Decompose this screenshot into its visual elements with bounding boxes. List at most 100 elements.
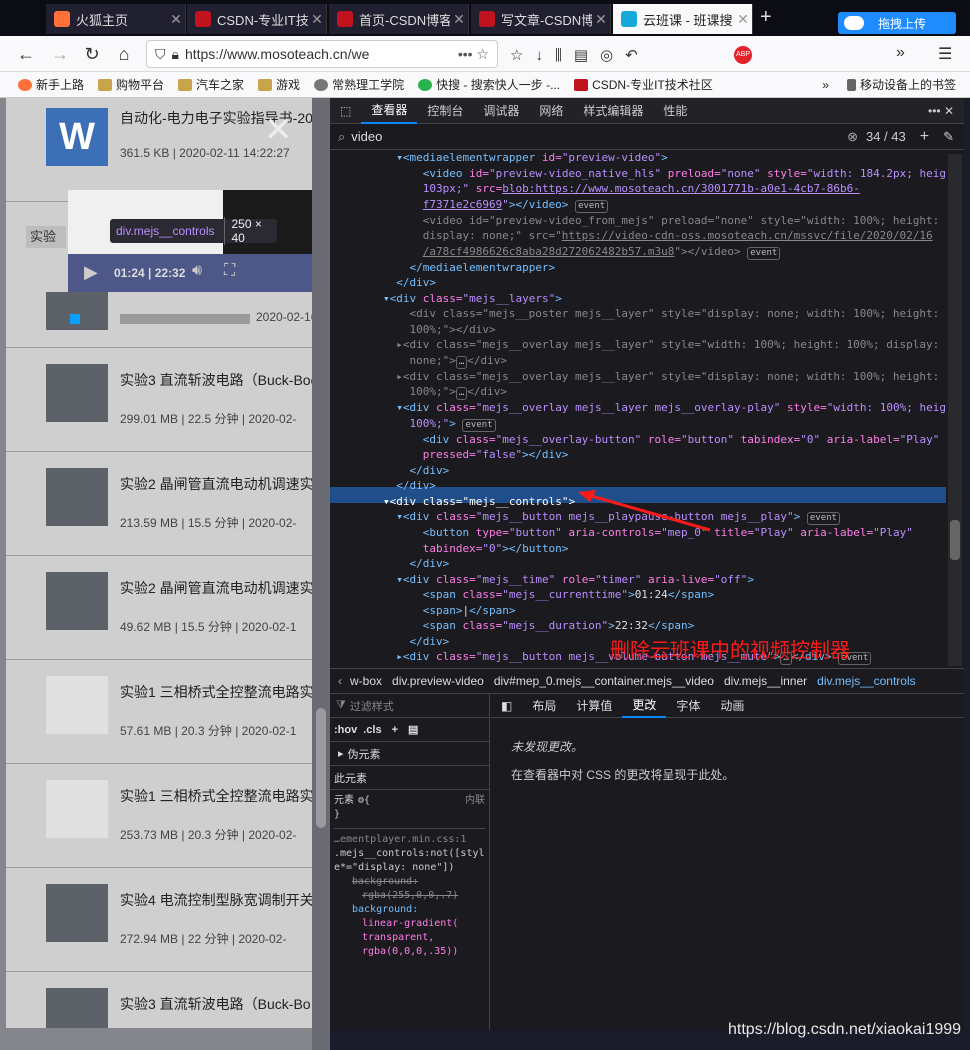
search-input[interactable]: video (351, 129, 847, 144)
list-item[interactable]: 实验3 直流斩波电路（Buck-Boo 299.01 MB | 22.5 分钟 … (6, 348, 312, 452)
list-item[interactable]: W 自动化-电力电子实验指导书-20 361.5 KB | 2020-02-11… (6, 98, 312, 202)
hov-toggle[interactable]: :hov (334, 724, 357, 736)
upload-widget[interactable]: 拖拽上传 (838, 12, 956, 34)
tab-csdn-home[interactable]: 首页-CSDN博客 ✕ (329, 4, 469, 34)
markup-tree[interactable]: ▾<mediaelementwrapper id="preview-video"… (330, 150, 946, 668)
close-icon[interactable]: ✕ (264, 110, 293, 150)
folder-icon (258, 78, 273, 91)
markup-scrollbar[interactable] (948, 154, 962, 666)
annotation-text: 删除云班课中的视频控制器 (610, 640, 850, 662)
tab-network[interactable]: 网络 (529, 98, 573, 124)
tab-layout[interactable]: 布局 (522, 694, 566, 718)
tab-style-editor[interactable]: 样式编辑器 (573, 98, 653, 124)
word-document-icon: W (46, 108, 108, 166)
gear-icon[interactable]: ⚙ (358, 794, 364, 808)
close-icon[interactable]: ✕ (734, 11, 752, 28)
search-icon: ⌕ (338, 128, 346, 144)
folder-icon (98, 78, 113, 91)
menu-icon[interactable]: ☰ (938, 44, 952, 64)
navigation-bar: ← → ↻ ⌂ ⛉ 🔒︎ https://www.mosoteach.cn/we ••… (0, 36, 970, 72)
new-tab-button[interactable]: + (760, 6, 772, 29)
breadcrumb-item[interactable]: div.mejs__controls (817, 674, 925, 688)
tab-mosoteach[interactable]: 云班课 - 班课搜 ✕ (613, 4, 753, 34)
toolbar-icons[interactable]: ☆↓⫼▤◎↶ (510, 46, 650, 64)
add-rule-icon[interactable]: + (392, 724, 398, 736)
url-bar[interactable]: ⛉ 🔒︎ https://www.mosoteach.cn/we ••• ☆ (146, 40, 498, 68)
document-thumbnail (46, 780, 108, 838)
annotation-arrow (578, 490, 711, 532)
csdn-icon (574, 78, 589, 91)
csdn-icon (195, 11, 211, 27)
close-icon[interactable]: ✕ (308, 11, 326, 28)
tab-debugger[interactable]: 调试器 (473, 98, 529, 124)
playing-indicator (70, 314, 80, 324)
firefox-icon (18, 78, 32, 91)
expand-icon[interactable]: ▸ (338, 747, 344, 760)
tab-inspector[interactable]: 查看器 (361, 98, 418, 124)
document-thumbnail (46, 676, 108, 734)
devtools-options-icon[interactable]: ••• ✕ (918, 98, 964, 124)
home-button[interactable]: ⌂ (110, 40, 138, 68)
filter-icon: ⧩ (336, 699, 346, 711)
close-icon[interactable]: ✕ (592, 11, 610, 28)
folder-icon (178, 78, 193, 91)
fullscreen-icon[interactable]: ⛶ (224, 262, 235, 280)
tab-csdn-write[interactable]: 写文章-CSDN博 ✕ (471, 4, 611, 34)
list-item[interactable]: 实验3 直流斩波电路（Buck-Bo (6, 972, 312, 1028)
tab-console[interactable]: 控制台 (417, 98, 473, 124)
list-item[interactable]: 实验1 三相桥式全控整流电路实 253.73 MB | 20.3 分钟 | 20… (6, 764, 312, 868)
print-icon[interactable]: ▤ (408, 723, 418, 736)
tab-firefox-home[interactable]: 火狐主页 ✕ (46, 4, 186, 34)
video-thumbnail (46, 988, 108, 1028)
filter-styles-input[interactable]: 过滤样式 (350, 698, 394, 714)
chevron-left-icon[interactable]: ‹ (330, 674, 350, 688)
bookmark-item[interactable]: 新手上路 (18, 76, 84, 93)
close-icon[interactable]: ✕ (450, 11, 468, 28)
shield-icon: ⛉ (155, 45, 166, 62)
breadcrumb-item[interactable]: div.preview-video (392, 674, 494, 688)
list-item[interactable]: 实验4 电流控制型脉宽调制开关 272.94 MB | 22 分钟 | 2020… (6, 868, 312, 972)
page-scrollbar[interactable] (312, 98, 330, 1050)
tab-fonts[interactable]: 字体 (666, 694, 710, 718)
volume-icon[interactable]: 🔊︎ (192, 262, 202, 280)
tab-performance[interactable]: 性能 (653, 98, 697, 124)
back-button[interactable]: ← (12, 40, 40, 68)
bookmark-folder[interactable]: 游戏 (258, 76, 300, 93)
tab-changes[interactable]: 更改 (622, 694, 667, 718)
add-node-icon[interactable]: + (920, 128, 929, 146)
play-icon[interactable]: ▶ (84, 262, 98, 283)
eyedropper-icon[interactable]: ✎ (943, 129, 954, 145)
clear-search-icon[interactable]: ⊗ (847, 129, 858, 145)
element-picker-icon[interactable]: ⬚ (330, 98, 361, 124)
markup-search: ⌕ video ⊗ 34 / 43 + ✎ (330, 124, 964, 150)
list-item[interactable]: 实验1 三相桥式全控整流电路实 57.61 MB | 20.3 分钟 | 202… (6, 660, 312, 764)
bookmark-item[interactable]: 快搜 - 搜索快人一步 -... (418, 76, 560, 93)
devtools-toolbar: ⬚ 查看器 控制台 调试器 网络 样式编辑器 性能 ••• ✕ (330, 98, 964, 124)
video-controls-highlight[interactable]: ▶ 01:24 | 22:32 🔊︎ ⛶ (68, 254, 312, 292)
tab-csdn-it[interactable]: CSDN-专业IT技 ✕ (187, 4, 327, 34)
bookmark-folder[interactable]: 购物平台 (98, 76, 164, 93)
bookmarks-bar: 新手上路 购物平台 汽车之家 游戏 常熟理工学院 快搜 - 搜索快人一步 -..… (0, 72, 970, 98)
overflow-chevron-icon[interactable]: » (896, 44, 905, 62)
cls-toggle[interactable]: .cls (363, 724, 381, 736)
bookmark-mobile[interactable]: » 移动设备上的书签 (822, 76, 956, 93)
breadcrumb-item[interactable]: w-box (350, 674, 392, 688)
globe-icon (314, 78, 329, 91)
forward-button[interactable]: → (46, 40, 74, 68)
sidebar-toggle-icon[interactable]: ◧ (491, 694, 522, 718)
reload-button[interactable]: ↻ (78, 40, 106, 68)
close-icon[interactable]: ✕ (167, 11, 185, 28)
tab-animations[interactable]: 动画 (710, 694, 754, 718)
breadcrumb-item[interactable]: div#mep_0.mejs__container.mejs__video (494, 674, 724, 688)
tab-computed[interactable]: 计算值 (566, 694, 622, 718)
bookmark-item[interactable]: 常熟理工学院 (314, 76, 404, 93)
breadcrumb-item[interactable]: div.mejs__inner (724, 674, 817, 688)
bookmark-item[interactable]: CSDN-专业IT技术社区 (574, 76, 713, 93)
list-item[interactable]: 实验2 晶闸管直流电动机调速实 49.62 MB | 15.5 分钟 | 202… (6, 556, 312, 660)
page-actions-icon[interactable]: ••• ☆ (458, 46, 489, 63)
list-item[interactable]: 实验2 晶闸管直流电动机调速实 213.59 MB | 15.5 分钟 | 20… (6, 452, 312, 556)
adblock-icon[interactable]: ABP (734, 46, 752, 64)
bookmark-folder[interactable]: 汽车之家 (178, 76, 244, 93)
changes-panel: ◧ 布局 计算值 更改 字体 动画 未发现更改。 在查看器中对 CSS 的更改将… (491, 694, 964, 1030)
cloud-icon (844, 16, 864, 30)
